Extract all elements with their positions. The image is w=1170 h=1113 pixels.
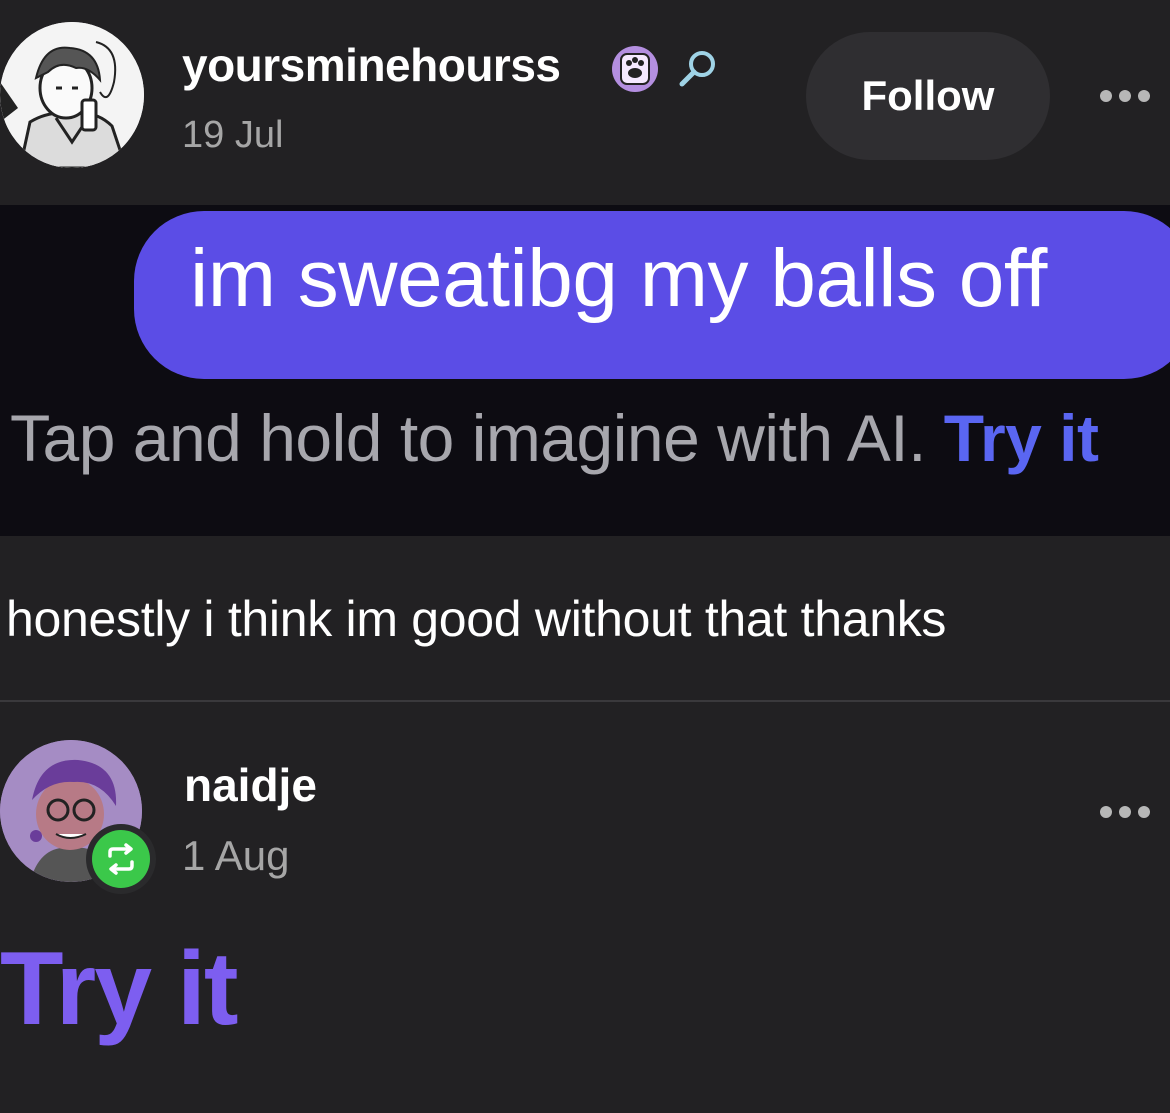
reblog-icon (92, 830, 150, 888)
more-options-icon[interactable] (1100, 806, 1150, 818)
paw-badge-icon (612, 46, 658, 92)
divider (0, 700, 1170, 702)
ai-hint-text: Tap and hold to imagine with AI. (10, 401, 926, 475)
avatar-illustration (0, 22, 144, 168)
ai-hint-link: Try it (943, 401, 1099, 475)
post-caption: honestly i think im good without that th… (6, 591, 947, 647)
reblog-text: Try it (0, 931, 239, 1047)
search-icon (676, 46, 720, 90)
avatar[interactable] (0, 22, 144, 168)
reblog-date: 1 Aug (182, 832, 290, 879)
reblog-badge (86, 824, 156, 894)
post-username[interactable]: yoursminehourss (182, 38, 561, 92)
follow-button[interactable]: Follow (806, 32, 1050, 160)
message-text: im sweatibg my balls off (190, 233, 1047, 324)
reblog-username[interactable]: naidje (184, 758, 317, 812)
more-options-icon[interactable] (1100, 90, 1150, 102)
ai-hint: Tap and hold to imagine with AI. Try it (10, 400, 1099, 476)
post-date: 19 Jul (182, 114, 284, 156)
